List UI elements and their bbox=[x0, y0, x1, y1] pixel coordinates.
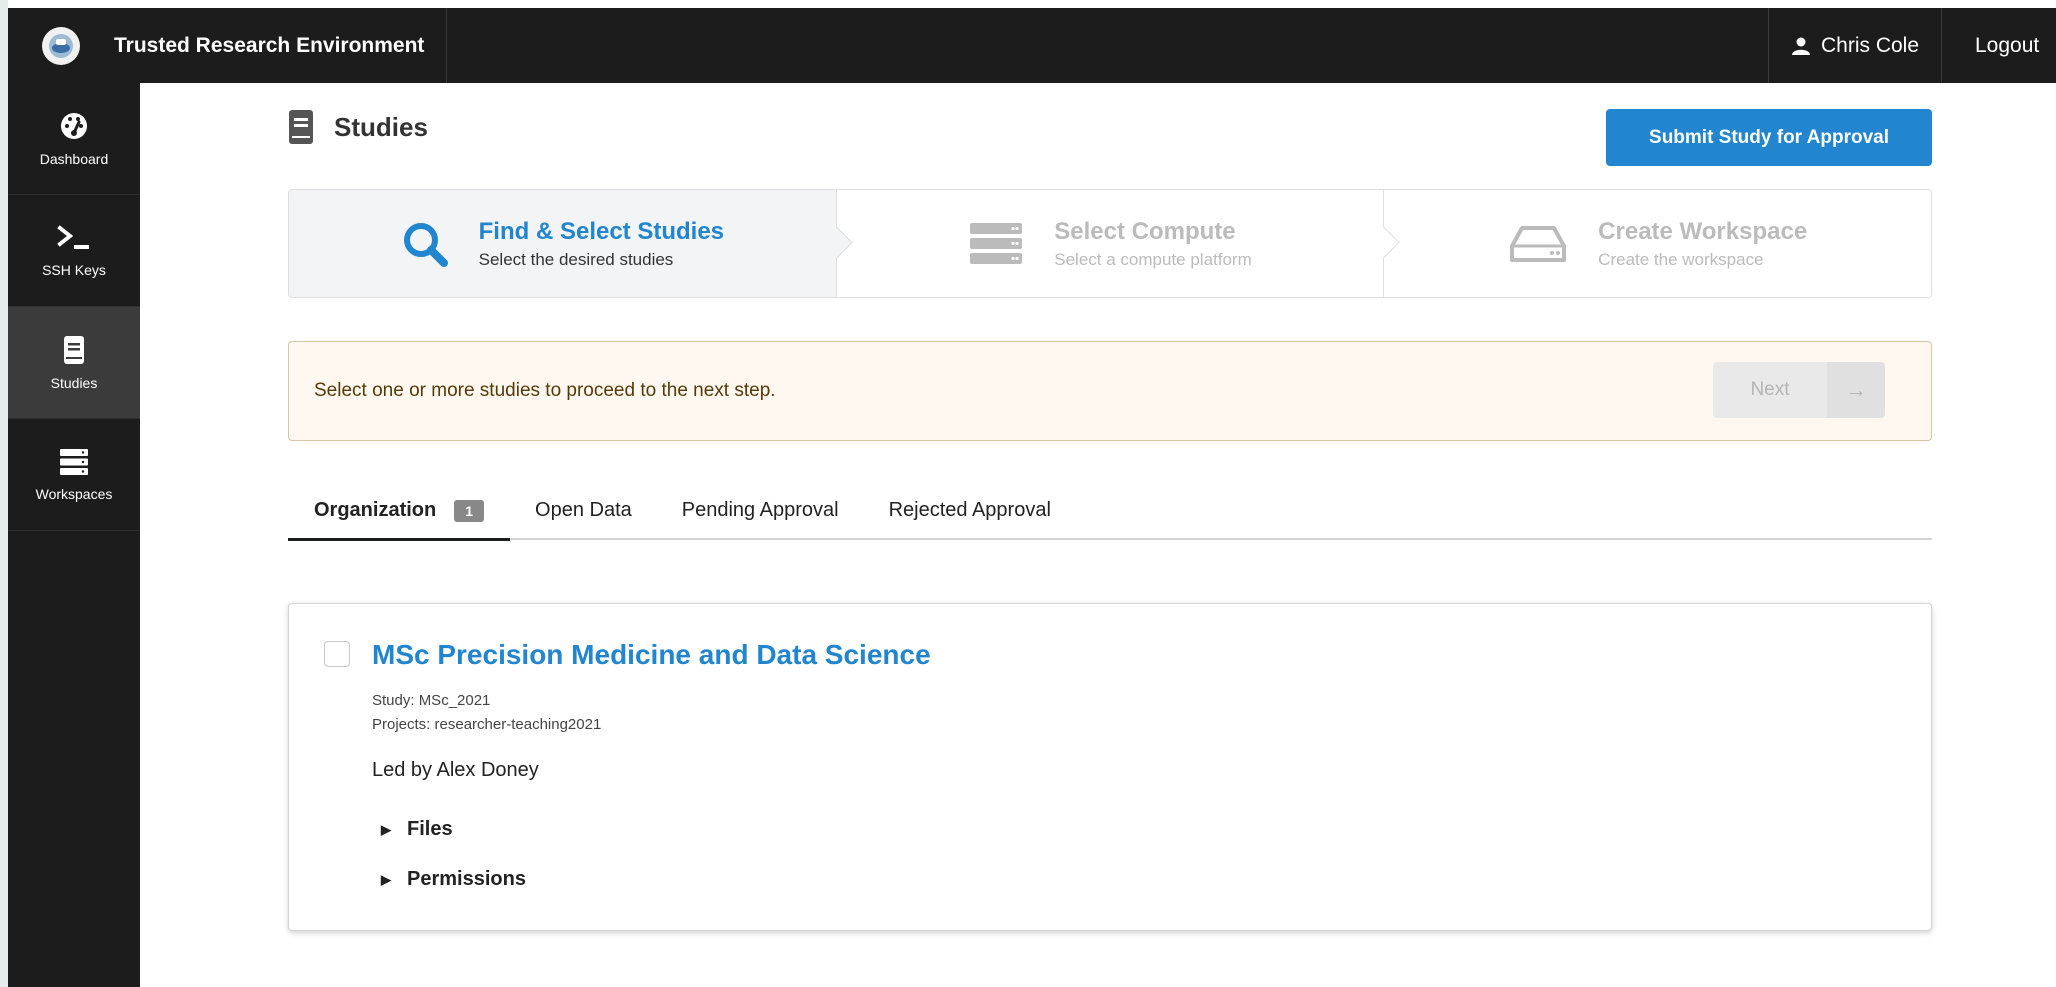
page-title: Studies bbox=[334, 111, 428, 142]
logo-icon bbox=[49, 34, 73, 58]
logout-button[interactable]: Logout bbox=[1975, 8, 2039, 83]
study-card: MSc Precision Medicine and Data Science … bbox=[288, 603, 1932, 931]
search-icon bbox=[403, 222, 448, 267]
book-icon bbox=[64, 335, 84, 364]
accordion-label: Permissions bbox=[407, 868, 526, 890]
sidebar-item-workspaces[interactable]: Workspaces bbox=[8, 419, 140, 531]
step-find-select-studies[interactable]: Find & Select Studies Select the desired… bbox=[289, 190, 853, 297]
tab-label: Organization bbox=[314, 499, 437, 521]
files-accordion[interactable]: ▶ Files bbox=[381, 818, 453, 841]
study-lead: Led by Alex Doney bbox=[372, 759, 539, 781]
caret-right-icon: ▶ bbox=[381, 871, 391, 887]
submit-study-for-approval-button[interactable]: Submit Study for Approval bbox=[1606, 109, 1932, 166]
hdd-icon bbox=[1510, 225, 1567, 262]
step-description: Select the desired studies bbox=[478, 249, 674, 269]
study-projects: Projects: researcher-teaching2021 bbox=[372, 716, 602, 733]
sidebar: Dashboard SSH Keys Studies Workspaces bbox=[8, 83, 140, 987]
step-create-workspace[interactable]: Create Workspace Create the workspace bbox=[1384, 190, 1931, 297]
top-navbar: Trusted Research Environment Chris Cole … bbox=[8, 8, 2056, 83]
user-name: Chris Cole bbox=[1821, 33, 1920, 57]
step-title: Create Workspace bbox=[1598, 217, 1808, 245]
study-title: MSc Precision Medicine and Data Science bbox=[372, 639, 931, 670]
book-icon bbox=[289, 110, 313, 144]
page-header: Studies bbox=[288, 109, 428, 145]
step-progress: Find & Select Studies Select the desired… bbox=[288, 189, 1932, 298]
step-description: Select a compute platform bbox=[1054, 249, 1252, 269]
sidebar-item-dashboard[interactable]: Dashboard bbox=[8, 83, 140, 195]
tab-rejected-approval[interactable]: Rejected Approval bbox=[864, 483, 1076, 538]
sidebar-item-label: Studies bbox=[50, 374, 98, 391]
study-tabs: Organization 1 Open Data Pending Approva… bbox=[288, 483, 1932, 541]
app-logo[interactable] bbox=[42, 27, 80, 65]
sidebar-item-label: SSH Keys bbox=[42, 261, 106, 278]
left-page-edge bbox=[0, 0, 8, 987]
step-description: Create the workspace bbox=[1598, 249, 1764, 269]
step-title: Select Compute bbox=[1054, 217, 1236, 245]
arrow-right-icon: → bbox=[1827, 362, 1885, 418]
caret-right-icon: ▶ bbox=[381, 821, 391, 837]
dashboard-icon bbox=[61, 112, 87, 139]
info-message-text: Select one or more studies to proceed to… bbox=[314, 380, 776, 401]
study-select-checkbox[interactable] bbox=[324, 641, 350, 667]
next-button-label: Next bbox=[1750, 379, 1790, 400]
tab-organization[interactable]: Organization 1 bbox=[288, 483, 511, 541]
terminal-icon bbox=[57, 224, 89, 249]
sidebar-item-studies[interactable]: Studies bbox=[8, 307, 140, 419]
step-select-compute[interactable]: Select Compute Select a compute platform bbox=[836, 190, 1401, 297]
accordion-label: Files bbox=[407, 818, 453, 840]
server-icon bbox=[970, 222, 1023, 264]
step-title: Find & Select Studies bbox=[478, 217, 725, 245]
server-icon bbox=[60, 448, 88, 475]
count-badge: 1 bbox=[454, 499, 485, 522]
app-title[interactable]: Trusted Research Environment bbox=[114, 8, 448, 83]
user-icon bbox=[1792, 37, 1810, 55]
info-message: Select one or more studies to proceed to… bbox=[288, 341, 1932, 441]
sidebar-item-label: Dashboard bbox=[39, 150, 109, 167]
permissions-accordion[interactable]: ▶ Permissions bbox=[381, 868, 526, 891]
sidebar-item-label: Workspaces bbox=[35, 485, 113, 502]
study-id: Study: MSc_2021 bbox=[372, 692, 491, 709]
sidebar-item-ssh-keys[interactable]: SSH Keys bbox=[8, 195, 140, 307]
user-menu[interactable]: Chris Cole bbox=[1768, 8, 1943, 83]
next-button[interactable]: Next → bbox=[1713, 362, 1885, 418]
tab-pending-approval[interactable]: Pending Approval bbox=[657, 483, 864, 538]
tab-open-data[interactable]: Open Data bbox=[510, 483, 657, 538]
